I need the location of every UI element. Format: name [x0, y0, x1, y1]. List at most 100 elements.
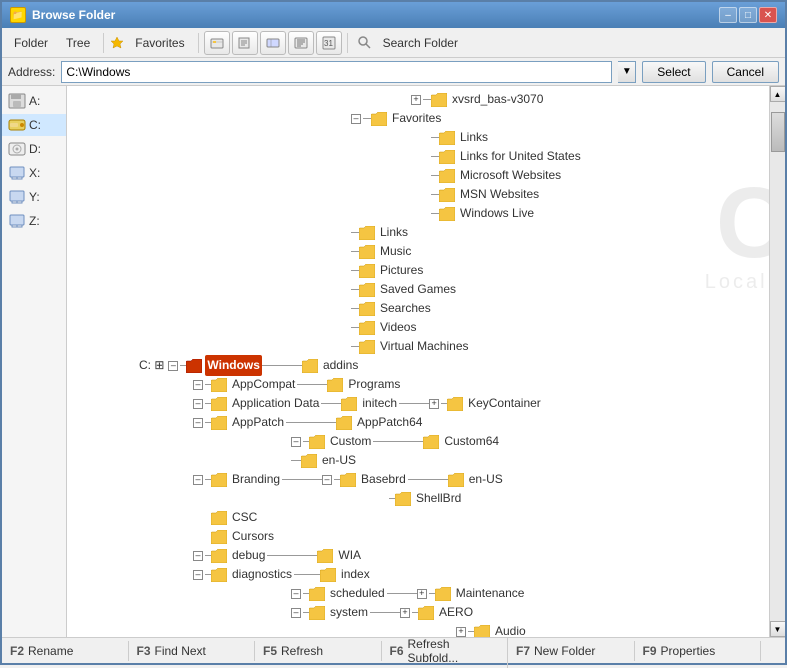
status-f5[interactable]: F5 Refresh	[255, 641, 382, 661]
f7-key: F7	[516, 644, 530, 658]
label-index[interactable]: index	[339, 564, 372, 585]
label-system[interactable]: system	[328, 602, 370, 623]
status-f2[interactable]: F2 Rename	[2, 641, 129, 661]
expand-maintenance[interactable]: +	[417, 589, 427, 599]
search-folder-label[interactable]: Search Folder	[375, 33, 466, 53]
label-msn[interactable]: MSN Websites	[458, 184, 541, 205]
status-f7[interactable]: F7 New Folder	[508, 641, 635, 661]
label-searches[interactable]: Searches	[378, 298, 433, 319]
scroll-down-button[interactable]: ▼	[770, 621, 786, 637]
label-diagnostics[interactable]: diagnostics	[230, 564, 294, 585]
drive-d[interactable]: D:	[2, 138, 66, 160]
expand-debug[interactable]: –	[193, 551, 203, 561]
label-windows[interactable]: Windows	[205, 355, 262, 376]
expand-scheduled[interactable]: –	[291, 589, 301, 599]
label-enus-custom[interactable]: en-US	[320, 450, 358, 471]
drive-a[interactable]: A:	[2, 90, 66, 112]
label-audio[interactable]: Audio	[493, 621, 528, 637]
maximize-button[interactable]: □	[739, 7, 757, 23]
menu-folder[interactable]: Folder	[6, 33, 56, 53]
favorites-label[interactable]: Favorites	[127, 33, 192, 53]
expand-branding[interactable]: –	[193, 475, 203, 485]
expand-xvsrd[interactable]: +	[411, 95, 421, 105]
label-scheduled[interactable]: scheduled	[328, 583, 387, 604]
window-icon: 📁	[10, 7, 26, 23]
drive-c[interactable]: C:	[2, 114, 66, 136]
toolbar-btn1[interactable]	[204, 31, 230, 55]
label-keycontainer[interactable]: KeyContainer	[466, 393, 543, 414]
address-dropdown-button[interactable]: ▼	[618, 61, 636, 83]
expand-favorites[interactable]: –	[351, 114, 361, 124]
toolbar-btn4[interactable]	[288, 31, 314, 55]
label-apppatch64[interactable]: AppPatch64	[355, 412, 424, 433]
label-ms-websites[interactable]: Microsoft Websites	[458, 165, 563, 186]
label-vms[interactable]: Virtual Machines	[378, 336, 471, 357]
label-shellbrd[interactable]: ShellBrd	[414, 488, 463, 509]
label-maintenance[interactable]: Maintenance	[454, 583, 527, 604]
label-apppatch[interactable]: AppPatch	[230, 412, 286, 433]
label-music[interactable]: Music	[378, 241, 413, 262]
status-f3[interactable]: F3 Find Next	[129, 641, 256, 661]
menu-tree[interactable]: Tree	[58, 33, 98, 53]
expand-basebrd[interactable]: –	[322, 475, 332, 485]
label-videos[interactable]: Videos	[378, 317, 418, 338]
folder-icon-music	[359, 245, 375, 259]
tree-row-music: Music	[71, 242, 769, 261]
drive-x[interactable]: X:	[2, 162, 66, 184]
label-addins[interactable]: addins	[321, 355, 360, 376]
scroll-track[interactable]	[770, 102, 785, 621]
expand-aero[interactable]: +	[400, 608, 410, 618]
label-wlive[interactable]: Windows Live	[458, 203, 536, 224]
label-cursors[interactable]: Cursors	[230, 526, 276, 547]
toolbar-btn5[interactable]: 31	[316, 31, 342, 55]
label-xvsrd[interactable]: xvsrd_bas-v3070	[450, 89, 545, 110]
folder-icon-basebrd	[340, 473, 356, 487]
expand-system[interactable]: –	[291, 608, 301, 618]
label-pictures[interactable]: Pictures	[378, 260, 425, 281]
label-branding[interactable]: Branding	[230, 469, 282, 490]
label-favorites[interactable]: Favorites	[390, 108, 443, 129]
expand-apppatch[interactable]: –	[193, 418, 203, 428]
expand-appcompat[interactable]: –	[193, 380, 203, 390]
status-f9[interactable]: F9 Properties	[635, 641, 762, 661]
folder-icon-vms	[359, 340, 375, 354]
label-appcompat[interactable]: AppCompat	[230, 374, 297, 395]
label-links2[interactable]: Links	[378, 222, 410, 243]
f9-label: Properties	[661, 644, 716, 658]
label-links-fav[interactable]: Links	[458, 127, 490, 148]
scroll-thumb[interactable]	[771, 112, 785, 152]
label-savedgames[interactable]: Saved Games	[378, 279, 458, 300]
label-debug[interactable]: debug	[230, 545, 267, 566]
label-custom64[interactable]: Custom64	[442, 431, 501, 452]
label-links-us[interactable]: Links for United States	[458, 146, 583, 167]
toolbar-btn2[interactable]	[232, 31, 258, 55]
label-enus-brd[interactable]: en-US	[467, 469, 505, 490]
label-initech[interactable]: initech	[360, 393, 399, 414]
expand-appdata[interactable]: –	[193, 399, 203, 409]
drive-y[interactable]: Y:	[2, 186, 66, 208]
label-programs[interactable]: Programs	[346, 374, 402, 395]
label-aero[interactable]: AERO	[437, 602, 475, 623]
folder-icon-searches	[359, 302, 375, 316]
address-input[interactable]	[61, 61, 612, 83]
expand-keycontainer[interactable]: +	[429, 399, 439, 409]
toolbar-btn3[interactable]	[260, 31, 286, 55]
vertical-scrollbar[interactable]: ▲ ▼	[769, 86, 785, 637]
expand-custom[interactable]: –	[291, 437, 301, 447]
label-csc[interactable]: CSC	[230, 507, 259, 528]
cancel-button[interactable]: Cancel	[712, 61, 779, 83]
label-wia[interactable]: WIA	[336, 545, 363, 566]
status-f6[interactable]: F6 Refresh Subfold...	[382, 634, 509, 668]
label-custom[interactable]: Custom	[328, 431, 373, 452]
scroll-up-button[interactable]: ▲	[770, 86, 786, 102]
close-button[interactable]: ✕	[759, 7, 777, 23]
drive-z[interactable]: Z:	[2, 210, 66, 232]
expand-diagnostics[interactable]: –	[193, 570, 203, 580]
label-appdata[interactable]: Application Data	[230, 393, 321, 414]
select-button[interactable]: Select	[642, 61, 705, 83]
expand-audio[interactable]: +	[456, 627, 466, 637]
tree-area[interactable]: C. Local Disk + xvsrd_bas-v3070 –	[67, 86, 769, 637]
minimize-button[interactable]: –	[719, 7, 737, 23]
label-basebrd[interactable]: Basebrd	[359, 469, 408, 490]
expand-windows[interactable]: –	[168, 361, 178, 371]
